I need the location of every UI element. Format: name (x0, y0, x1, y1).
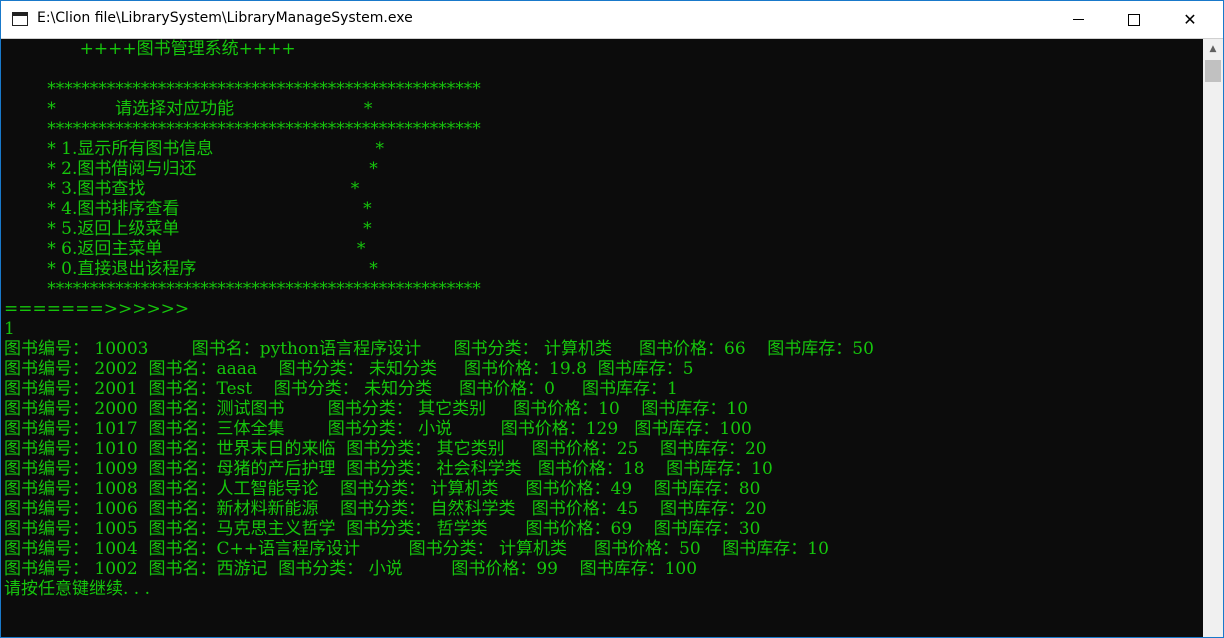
minimize-button[interactable] (1052, 1, 1104, 38)
console-line: 图书编号： 1010 图书名：世界末日的来临 图书分类： 其它类别 图书价格：2… (4, 439, 767, 459)
close-icon: ✕ (1183, 9, 1197, 29)
console-line: ****************************************… (4, 119, 481, 139)
console-line: 图书编号： 1005 图书名：马克思主义哲学 图书分类： 哲学类 图书价格：69… (4, 519, 761, 539)
console-line: ****************************************… (4, 279, 481, 299)
console-window: E:\Clion file\LibrarySystem\LibraryManag… (0, 0, 1224, 638)
maximize-icon (1128, 13, 1140, 26)
console-line: * 5.返回上级菜单 * (4, 219, 372, 239)
console-line: 图书编号： 2001 图书名：Test 图书分类： 未知分类 图书价格：0 图书… (4, 379, 678, 399)
minimize-icon (1072, 19, 1084, 20)
console-line: ++++图书管理系统++++ (4, 39, 296, 59)
scroll-thumb[interactable] (1205, 60, 1221, 82)
console-line: ****************************************… (4, 79, 481, 99)
console-line: 图书编号： 1008 图书名：人工智能导论 图书分类： 计算机类 图书价格：49… (4, 479, 761, 499)
console-line: 图书编号： 1006 图书名：新材料新能源 图书分类： 自然科学类 图书价格：4… (4, 499, 767, 519)
console-output[interactable]: ++++图书管理系统++++ *************************… (1, 39, 1203, 637)
scroll-up-button[interactable]: ▲ (1203, 39, 1223, 58)
console-line: 图书编号： 1002 图书名：西游记 图书分类： 小说 图书价格：99 图书库存… (4, 559, 698, 579)
close-button[interactable]: ✕ (1164, 1, 1216, 38)
console-line: * 1.显示所有图书信息 * (4, 139, 384, 159)
console-line: 图书编号： 1009 图书名：母猪的产后护理 图书分类： 社会科学类 图书价格：… (4, 459, 773, 479)
console-line: * 3.图书查找 * (4, 179, 360, 199)
console-line: 1 (4, 319, 15, 339)
vertical-scrollbar[interactable]: ▲ (1203, 39, 1223, 637)
maximize-button[interactable] (1108, 1, 1160, 38)
chevron-up-icon: ▲ (1209, 43, 1217, 54)
console-line: 请按任意键继续. . . (4, 579, 151, 599)
title-bar[interactable]: E:\Clion file\LibrarySystem\LibraryManag… (1, 1, 1223, 39)
console-line: * 请选择对应功能 * (4, 99, 373, 119)
console-app-icon (12, 12, 28, 26)
console-line: * 2.图书借阅与归还 * (4, 159, 378, 179)
console-line: * 0.直接退出该程序 * (4, 259, 378, 279)
console-line: * 6.返回主菜单 * (4, 239, 366, 259)
window-title: E:\Clion file\LibrarySystem\LibraryManag… (37, 10, 413, 26)
console-line: 图书编号： 1017 图书名：三体全集 图书分类： 小说 图书价格：129 图书… (4, 419, 752, 439)
console-line: 图书编号： 1004 图书名：C++语言程序设计 图书分类： 计算机类 图书价格… (4, 539, 829, 559)
console-line: * 4.图书排序查看 * (4, 199, 372, 219)
console-line: =======>>>>>> (4, 299, 190, 319)
console-line: 图书编号： 10003 图书名：python语言程序设计 图书分类： 计算机类 … (4, 339, 874, 359)
console-line: 图书编号： 2002 图书名：aaaa 图书分类： 未知分类 图书价格：19.8… (4, 359, 694, 379)
console-line: 图书编号： 2000 图书名：测试图书 图书分类： 其它类别 图书价格：10 图… (4, 399, 749, 419)
